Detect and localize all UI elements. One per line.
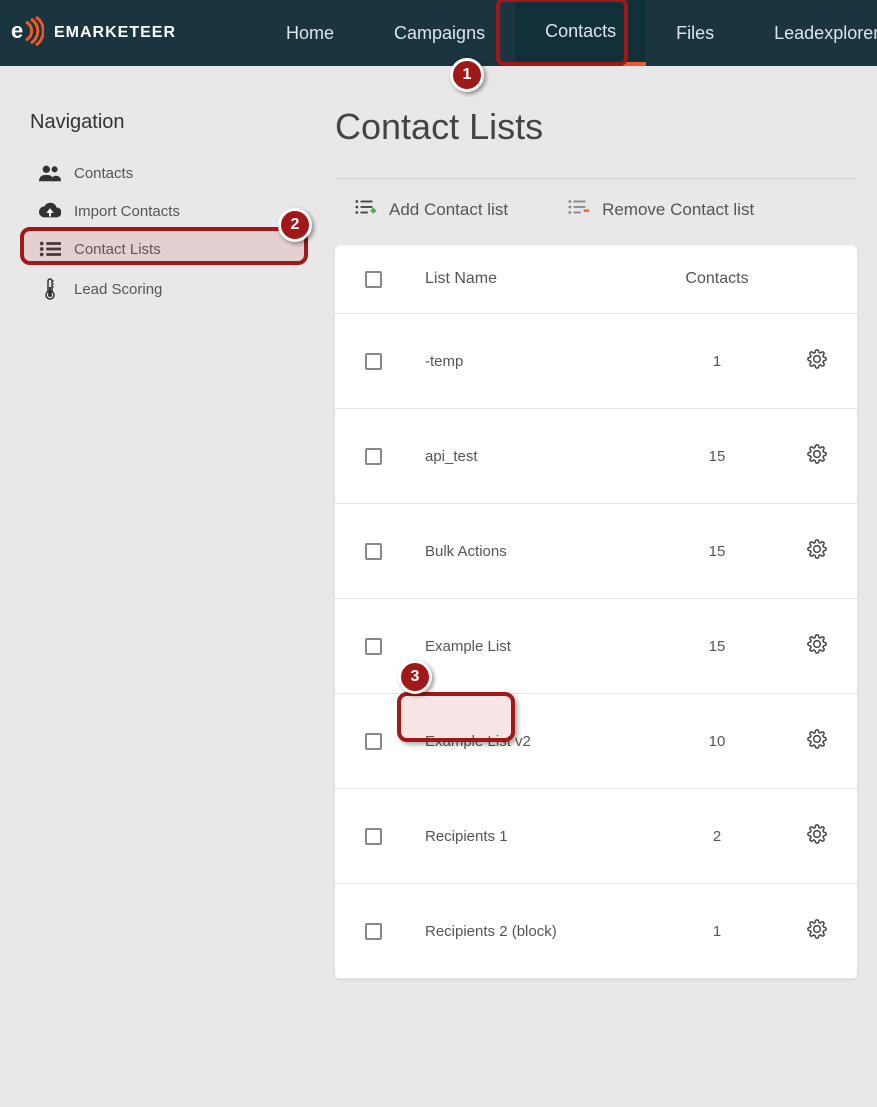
nav-contacts[interactable]: Contacts (515, 0, 646, 66)
list-minus-icon (568, 199, 590, 220)
main-content: Contact Lists Add Contact list Remove Co… (310, 86, 877, 979)
cell-name[interactable]: Example List v2 (425, 733, 667, 750)
gear-icon[interactable] (807, 539, 827, 559)
cell-name[interactable]: Recipients 1 (425, 828, 667, 845)
brand-logo[interactable]: e EMARKETEER (10, 14, 176, 53)
divider (335, 178, 857, 179)
people-icon (36, 164, 64, 182)
action-label: Add Contact list (389, 200, 508, 220)
brand-icon: e (10, 14, 44, 53)
action-bar: Add Contact list Remove Contact list (335, 199, 857, 245)
column-header-name[interactable]: List Name (425, 270, 667, 288)
row-checkbox[interactable] (365, 543, 382, 560)
table-row[interactable]: Bulk Actions 15 (335, 504, 857, 599)
top-header: e EMARKETEER Home Campaigns Contacts Fil… (0, 0, 877, 66)
nav-home[interactable]: Home (256, 0, 364, 66)
gear-icon[interactable] (807, 634, 827, 654)
page-title: Contact Lists (335, 106, 857, 148)
column-header-contacts[interactable]: Contacts (667, 270, 767, 288)
select-all-checkbox[interactable] (365, 271, 382, 288)
remove-contact-list-button[interactable]: Remove Contact list (568, 199, 754, 220)
table-row[interactable]: -temp 1 (335, 314, 857, 409)
cell-contacts: 15 (667, 638, 767, 655)
nav-leadexplorer[interactable]: Leadexplorer (744, 0, 877, 66)
list-icon (36, 240, 64, 258)
row-checkbox[interactable] (365, 353, 382, 370)
cell-contacts: 1 (667, 923, 767, 940)
cell-name[interactable]: api_test (425, 448, 667, 465)
gear-icon[interactable] (807, 919, 827, 939)
cell-contacts: 1 (667, 353, 767, 370)
row-checkbox[interactable] (365, 923, 382, 940)
svg-text:e: e (11, 18, 24, 43)
sidebar-item-label: Import Contacts (74, 203, 180, 220)
sidebar-item-contacts[interactable]: Contacts (30, 154, 300, 192)
top-nav: Home Campaigns Contacts Files Leadexplor… (256, 0, 877, 66)
gear-icon[interactable] (807, 349, 827, 369)
sidebar-item-label: Contact Lists (74, 241, 161, 258)
row-checkbox[interactable] (365, 448, 382, 465)
cell-contacts: 15 (667, 448, 767, 465)
cell-contacts: 10 (667, 733, 767, 750)
table-header: List Name Contacts (335, 245, 857, 314)
table-row[interactable]: Recipients 1 2 (335, 789, 857, 884)
cell-name[interactable]: -temp (425, 353, 667, 370)
nav-campaigns[interactable]: Campaigns (364, 0, 515, 66)
table-row[interactable]: Recipients 2 (block) 1 (335, 884, 857, 979)
list-plus-icon (355, 199, 377, 220)
add-contact-list-button[interactable]: Add Contact list (355, 199, 508, 220)
row-checkbox[interactable] (365, 828, 382, 845)
cell-contacts: 2 (667, 828, 767, 845)
table-row[interactable]: Example List 15 (335, 599, 857, 694)
thermometer-icon (36, 278, 64, 300)
sidebar-item-lead-scoring[interactable]: Lead Scoring (30, 268, 300, 310)
action-label: Remove Contact list (602, 200, 754, 220)
cell-name[interactable]: Recipients 2 (block) (425, 923, 667, 940)
table-row[interactable]: Example List v2 10 (335, 694, 857, 789)
sidebar: Navigation Contacts Import Contacts Cont… (0, 86, 310, 979)
cell-name[interactable]: Bulk Actions (425, 543, 667, 560)
row-checkbox[interactable] (365, 638, 382, 655)
sidebar-item-import[interactable]: Import Contacts (30, 192, 300, 230)
gear-icon[interactable] (807, 824, 827, 844)
sidebar-title: Navigation (30, 111, 300, 134)
gear-icon[interactable] (807, 729, 827, 749)
cell-contacts: 15 (667, 543, 767, 560)
sidebar-item-label: Contacts (74, 165, 133, 182)
cell-name[interactable]: Example List (425, 638, 667, 655)
cloud-upload-icon (36, 202, 64, 220)
brand-name: EMARKETEER (54, 24, 176, 42)
table-row[interactable]: api_test 15 (335, 409, 857, 504)
content-area: Navigation Contacts Import Contacts Cont… (0, 66, 877, 979)
sidebar-item-label: Lead Scoring (74, 281, 162, 298)
sidebar-item-contact-lists[interactable]: Contact Lists (30, 230, 300, 268)
gear-icon[interactable] (807, 444, 827, 464)
contact-lists-table: List Name Contacts -temp 1 api_test 15 B… (335, 245, 857, 979)
nav-files[interactable]: Files (646, 0, 744, 66)
row-checkbox[interactable] (365, 733, 382, 750)
